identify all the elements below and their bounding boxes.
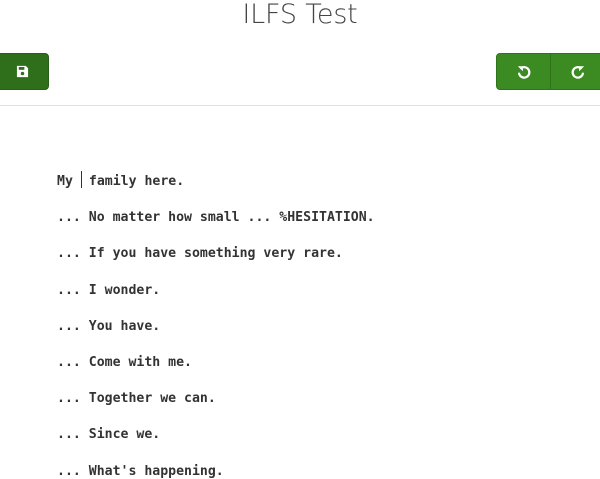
undo-button[interactable] — [496, 53, 551, 90]
redo-button[interactable] — [551, 53, 600, 90]
transcript-text: My — [57, 174, 73, 189]
transcript-line[interactable]: ... I wonder. — [57, 279, 590, 315]
text-cursor — [80, 171, 82, 188]
transcript-line[interactable]: ... What's happening. — [57, 460, 590, 479]
transcript-line[interactable]: ... No matter how small ... %HESITATION. — [57, 206, 590, 242]
transcript-line[interactable]: ... You have. — [57, 315, 590, 351]
transcript-line[interactable]: ... Since we. — [57, 423, 590, 459]
transcript-editor[interactable]: My family here. ... No matter how small .… — [57, 170, 590, 479]
undo-icon — [516, 64, 532, 80]
header-divider — [0, 105, 600, 106]
transcript-line[interactable]: ... If you have something very rare. — [57, 242, 590, 278]
transcript-line[interactable]: ... Together we can. — [57, 387, 590, 423]
transcript-line[interactable]: ... Come with me. — [57, 351, 590, 387]
undo-redo-group — [496, 53, 600, 90]
page-title: ILFS Test — [242, 0, 358, 30]
save-button[interactable] — [0, 53, 49, 90]
redo-icon — [570, 64, 586, 80]
floppy-disk-icon — [16, 65, 29, 78]
transcript-line[interactable]: My family here. — [57, 170, 590, 206]
transcript-text: family here. — [88, 174, 185, 189]
